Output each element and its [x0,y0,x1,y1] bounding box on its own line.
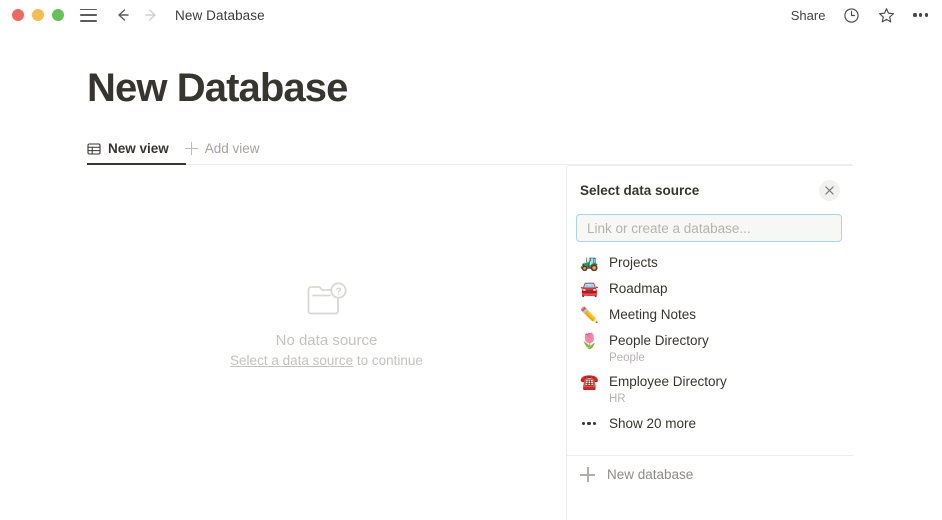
tractor-emoji: 🚜 [580,254,599,272]
maximize-window-button[interactable] [52,9,64,21]
list-item-name: Employee Directory [609,374,727,389]
plus-icon [580,467,595,482]
pencil-emoji: ✏️ [580,306,599,324]
database-search-input[interactable] [576,214,842,242]
ellipsis-icon [580,421,598,426]
tab-new-view[interactable]: New view [87,141,169,163]
page-title[interactable]: New Database [87,66,348,111]
list-item-name: Roadmap [609,281,668,296]
data-source-list: 🚜 Projects 🚘 Roadmap ✏️ Meeting Notes 🌷 … [567,250,853,437]
empty-state-suffix: to continue [353,353,423,368]
view-tabs: New view Add view [87,133,260,163]
close-icon [825,186,834,195]
back-arrow-icon[interactable] [115,7,131,23]
list-item-projects[interactable]: 🚜 Projects [567,250,853,276]
panel-top-divider [567,165,853,166]
share-button[interactable]: Share [791,8,826,23]
list-item-roadmap[interactable]: 🚘 Roadmap [567,276,853,302]
select-data-source-link[interactable]: Select a data source [230,353,353,368]
minimize-window-button[interactable] [32,9,44,21]
titlebar-actions: Share [791,0,928,30]
active-tab-indicator [87,163,186,166]
window-title-bar: New Database Share [0,0,942,30]
tulip-emoji: 🌷 [580,332,599,350]
list-item-name: Meeting Notes [609,307,697,322]
folder-question-icon: ? [307,282,347,315]
close-window-button[interactable] [12,9,24,21]
telephone-emoji: ☎️ [580,373,599,391]
car-emoji: 🚘 [580,280,599,298]
hamburger-icon[interactable] [80,8,97,22]
clock-icon[interactable] [843,7,860,24]
new-database-button[interactable]: New database [580,467,693,482]
list-item-subtitle: People [609,352,645,364]
close-panel-button[interactable] [819,180,840,201]
show-more-label: Show 20 more [609,416,697,431]
select-data-source-panel: Select data source 🚜 Projects 🚘 Roadmap … [566,165,942,520]
panel-footer-divider [567,455,853,456]
panel-heading: Select data source [580,183,700,198]
tab-new-view-label: New view [108,141,169,156]
navigation-arrows [115,7,159,23]
forward-arrow-icon[interactable] [143,7,159,23]
list-item-name: People Directory [609,333,709,348]
table-view-icon [87,142,101,155]
list-item-name: Projects [609,255,658,270]
breadcrumb[interactable]: New Database [175,8,265,23]
list-item-employee-directory[interactable]: ☎️ Employee Directory HR [567,369,853,410]
traffic-lights [12,9,64,21]
list-item-subtitle: HR [609,393,626,405]
tab-add-view[interactable]: Add view [184,141,260,163]
ellipsis-icon[interactable] [913,13,928,17]
star-icon[interactable] [878,7,895,24]
plus-icon [184,142,198,155]
empty-state-subtitle: Select a data source to continue [230,353,423,368]
empty-state-title: No data source [275,332,378,349]
tab-add-view-label: Add view [204,141,260,156]
svg-text:?: ? [335,286,341,297]
list-item-meeting-notes[interactable]: ✏️ Meeting Notes [567,302,853,328]
empty-state: ? No data source Select a data source to… [87,170,566,520]
show-more-button[interactable]: Show 20 more [567,410,853,437]
new-database-label: New database [607,467,694,482]
list-item-people-directory[interactable]: 🌷 People Directory People [567,328,853,369]
